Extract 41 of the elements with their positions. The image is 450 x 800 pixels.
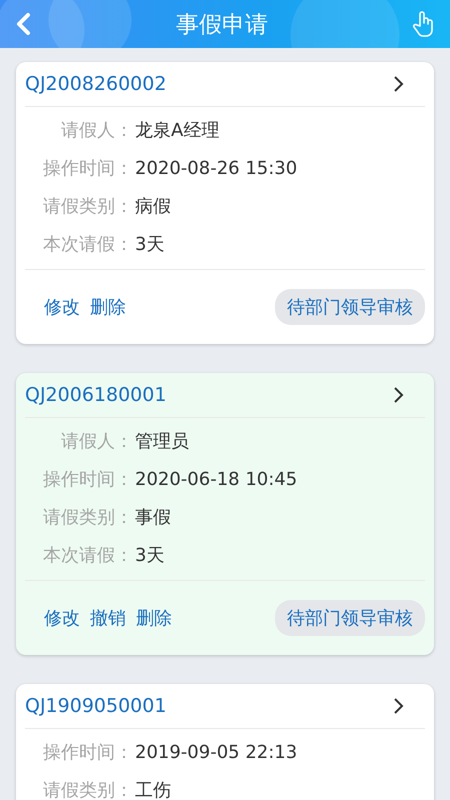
field-label: 请假类别： bbox=[42, 779, 133, 800]
request-number: QJ2008260002 bbox=[25, 73, 166, 95]
field-value: 龙泉A经理 bbox=[135, 119, 220, 142]
field-value: 2019-09-05 22:13 bbox=[135, 742, 298, 762]
field-value: 3天 bbox=[135, 233, 164, 256]
request-number: QJ1909050001 bbox=[25, 695, 166, 717]
page-title: 事假申请 bbox=[176, 10, 268, 40]
field-label: 操作时间： bbox=[42, 741, 133, 764]
back-icon bbox=[14, 12, 32, 36]
chevron-right-icon bbox=[393, 75, 405, 93]
field-label: 本次请假： bbox=[42, 233, 133, 256]
field-label: 操作时间： bbox=[42, 468, 133, 491]
action-link[interactable]: 修改 bbox=[44, 606, 80, 630]
field-label: 操作时间： bbox=[42, 157, 133, 180]
field-label: 请假类别： bbox=[42, 195, 133, 218]
action-link[interactable]: 修改 bbox=[44, 295, 80, 319]
field-value: 2020-08-26 15:30 bbox=[135, 158, 298, 178]
hand-pointer-icon bbox=[412, 10, 436, 38]
action-link[interactable]: 删除 bbox=[90, 295, 126, 319]
field-label: 请假类别： bbox=[42, 506, 133, 529]
field-label: 本次请假： bbox=[42, 544, 133, 567]
field-label: 请假人： bbox=[60, 119, 133, 142]
field-value: 2020-06-18 10:45 bbox=[135, 468, 298, 490]
field-value: 事假 bbox=[135, 506, 171, 529]
leave-card[interactable]: QJ1909050001 操作时间：2019-09-05 22:13 请假类别：工伤 bbox=[16, 684, 434, 800]
leave-card[interactable]: QJ2006180001 请假人：管理员 操作时间：2020-06-18 10:45 请假类别：事假 本次请假：3天 修改 撤销 删除 待部门领导审核 bbox=[16, 373, 434, 655]
status-badge: 待部门领导审核 bbox=[275, 600, 425, 636]
hand-pointer-button[interactable] bbox=[412, 10, 436, 38]
action-link[interactable]: 撤销 bbox=[90, 606, 126, 630]
status-badge: 待部门领导审核 bbox=[275, 289, 425, 325]
action-link[interactable]: 删除 bbox=[136, 606, 172, 630]
field-label: 请假人： bbox=[60, 430, 133, 453]
back-button[interactable] bbox=[14, 12, 32, 36]
chevron-right-icon bbox=[393, 697, 405, 715]
request-number: QJ2006180001 bbox=[25, 384, 166, 406]
field-value: 3天 bbox=[135, 544, 164, 567]
chevron-right-icon bbox=[393, 386, 405, 404]
field-value: 病假 bbox=[135, 195, 171, 218]
field-value: 工伤 bbox=[135, 779, 171, 800]
leave-card[interactable]: QJ2008260002 请假人：龙泉A经理 操作时间：2020-08-26 15:30 请假类别：病假 本次请假：3天 修改 删除 待部门领导审核 bbox=[16, 62, 434, 344]
field-value: 管理员 bbox=[135, 430, 189, 453]
